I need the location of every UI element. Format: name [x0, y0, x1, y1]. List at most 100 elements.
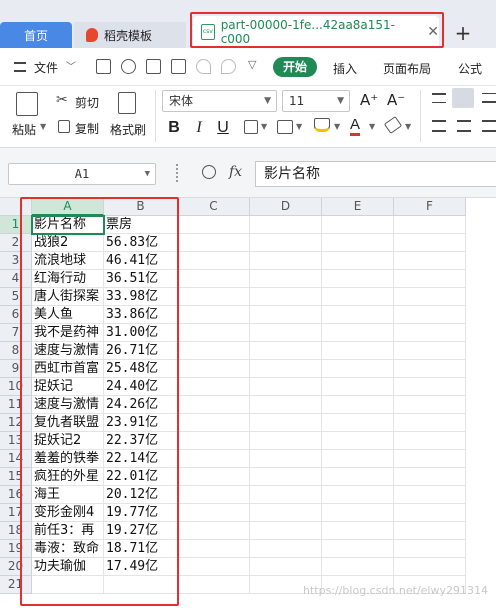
increase-font-icon[interactable]: A⁺: [360, 91, 378, 109]
empty-cell[interactable]: [178, 342, 250, 360]
menu-start[interactable]: 开始: [273, 57, 317, 77]
fill-color-icon[interactable]: [314, 118, 330, 132]
border-icon[interactable]: [244, 120, 258, 134]
empty-cell[interactable]: [394, 450, 466, 468]
empty-cell[interactable]: [250, 540, 322, 558]
empty-cell[interactable]: [322, 450, 394, 468]
cell-movie-name[interactable]: 复仇者联盟: [32, 414, 104, 432]
spreadsheet-grid[interactable]: ABCDEF 1 影片名称 票房 2 战狼2 56.83亿 3 流浪地球 46.41亿 4 红海行动…: [0, 198, 496, 610]
empty-cell[interactable]: [178, 522, 250, 540]
name-box[interactable]: A1 ▼: [8, 163, 156, 185]
cell-box-office[interactable]: 20.12亿: [104, 486, 178, 504]
empty-cell[interactable]: [178, 450, 250, 468]
empty-cell[interactable]: [322, 234, 394, 252]
empty-cell[interactable]: [250, 270, 322, 288]
empty-cell[interactable]: [250, 522, 322, 540]
empty-cell[interactable]: [178, 306, 250, 324]
empty-cell[interactable]: [250, 504, 322, 522]
empty-cell[interactable]: [178, 378, 250, 396]
empty-cell[interactable]: [250, 252, 322, 270]
align-left-icon[interactable]: [432, 120, 446, 132]
tab-home[interactable]: 首页: [0, 22, 72, 48]
empty-cell[interactable]: [394, 360, 466, 378]
cell-movie-name[interactable]: 前任3：再: [32, 522, 104, 540]
empty-cell[interactable]: [178, 432, 250, 450]
empty-cell[interactable]: [178, 414, 250, 432]
fx-icon[interactable]: fx: [229, 164, 242, 180]
empty-cell[interactable]: [322, 432, 394, 450]
paste-icon[interactable]: [16, 92, 38, 116]
cell-box-office[interactable]: 22.37亿: [104, 432, 178, 450]
empty-cell[interactable]: [178, 576, 250, 594]
empty-cell[interactable]: [322, 504, 394, 522]
row-header[interactable]: 14: [0, 450, 32, 468]
empty-cell[interactable]: [322, 522, 394, 540]
cell-movie-name[interactable]: 我不是药神: [32, 324, 104, 342]
paste-button[interactable]: 粘贴: [12, 121, 36, 138]
empty-cell[interactable]: [322, 540, 394, 558]
empty-cell[interactable]: [394, 324, 466, 342]
align-top-icon[interactable]: [432, 93, 446, 103]
row-header[interactable]: 20: [0, 558, 32, 576]
column-header-e[interactable]: E: [322, 198, 394, 216]
bold-button[interactable]: B: [165, 119, 183, 137]
cell-movie-name[interactable]: [32, 576, 104, 594]
cell-movie-name[interactable]: 红海行动: [32, 270, 104, 288]
empty-cell[interactable]: [394, 486, 466, 504]
empty-cell[interactable]: [322, 252, 394, 270]
cell-movie-name[interactable]: 唐人街探案: [32, 288, 104, 306]
row-header[interactable]: 3: [0, 252, 32, 270]
menu-insert[interactable]: 插入: [333, 60, 357, 77]
font-name-select[interactable]: 宋体 ▼: [162, 90, 277, 112]
empty-cell[interactable]: [322, 324, 394, 342]
empty-cell[interactable]: [250, 486, 322, 504]
cell-movie-name[interactable]: 速度与激情: [32, 396, 104, 414]
cell-movie-name[interactable]: 西虹市首富: [32, 360, 104, 378]
align-right-icon[interactable]: [482, 120, 496, 132]
row-header[interactable]: 11: [0, 396, 32, 414]
empty-cell[interactable]: [250, 324, 322, 342]
empty-cell[interactable]: [322, 216, 394, 234]
chevron-down-icon[interactable]: ▼: [296, 122, 302, 131]
empty-cell[interactable]: [178, 540, 250, 558]
empty-cell[interactable]: [250, 558, 322, 576]
format-painter-button[interactable]: 格式刷: [110, 121, 146, 138]
empty-cell[interactable]: [394, 234, 466, 252]
cell-box-office[interactable]: 33.86亿: [104, 306, 178, 324]
cell-box-office[interactable]: 46.41亿: [104, 252, 178, 270]
empty-cell[interactable]: [322, 342, 394, 360]
cell-movie-name[interactable]: 羞羞的铁拳: [32, 450, 104, 468]
chevron-down-icon[interactable]: ▽: [248, 58, 256, 71]
cell-movie-name[interactable]: 功夫瑜伽: [32, 558, 104, 576]
empty-cell[interactable]: [322, 414, 394, 432]
empty-cell[interactable]: [394, 414, 466, 432]
cell-box-office[interactable]: 18.71亿: [104, 540, 178, 558]
cell-box-office[interactable]: 24.40亿: [104, 378, 178, 396]
cell-box-office[interactable]: 17.49亿: [104, 558, 178, 576]
tab-file[interactable]: csv part-00000-1fe...42aa8a151-c000 ✕: [193, 16, 439, 48]
empty-cell[interactable]: [322, 396, 394, 414]
empty-cell[interactable]: [250, 216, 322, 234]
empty-cell[interactable]: [394, 558, 466, 576]
cell-movie-name[interactable]: 美人鱼: [32, 306, 104, 324]
cell-movie-name[interactable]: 疯狂的外星: [32, 468, 104, 486]
cell-box-office[interactable]: 19.77亿: [104, 504, 178, 522]
empty-cell[interactable]: [322, 288, 394, 306]
row-header[interactable]: 15: [0, 468, 32, 486]
row-header[interactable]: 9: [0, 360, 32, 378]
empty-cell[interactable]: [394, 216, 466, 234]
cell-box-office[interactable]: 56.83亿: [104, 234, 178, 252]
select-all-corner[interactable]: [0, 198, 32, 216]
cell-movie-name[interactable]: 毒液：致命: [32, 540, 104, 558]
empty-cell[interactable]: [178, 504, 250, 522]
chevron-down-icon[interactable]: ▼: [334, 122, 340, 131]
cell-box-office[interactable]: 22.01亿: [104, 468, 178, 486]
save-icon[interactable]: [96, 59, 111, 74]
add-tab-button[interactable]: +: [452, 22, 474, 44]
cell-movie-name[interactable]: 速度与激情: [32, 342, 104, 360]
cell-box-office[interactable]: 19.27亿: [104, 522, 178, 540]
column-header-d[interactable]: D: [250, 198, 322, 216]
cell-movie-name[interactable]: 战狼2: [32, 234, 104, 252]
empty-cell[interactable]: [322, 270, 394, 288]
empty-cell[interactable]: [250, 360, 322, 378]
